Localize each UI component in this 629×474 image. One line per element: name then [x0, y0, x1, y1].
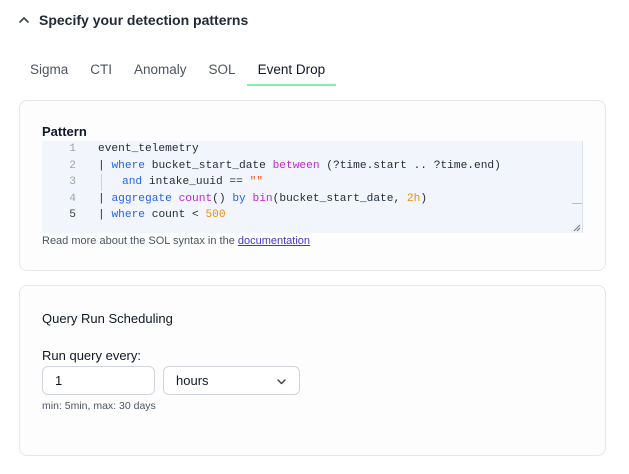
- syntax-hint-text: Read more about the SOL syntax in the: [42, 235, 238, 247]
- interval-unit-value: hours: [176, 373, 209, 388]
- code-token: 2h: [406, 192, 421, 205]
- pattern-label: Pattern: [42, 124, 87, 139]
- code-line: | where count < 500: [98, 207, 570, 224]
- code-token: count: [178, 192, 213, 205]
- code-token: between: [272, 159, 320, 172]
- code-token: (?time.start .. ?time.end): [319, 159, 501, 172]
- code-token: where: [111, 159, 146, 172]
- code-content[interactable]: event_telemetry | where bucket_start_dat…: [98, 141, 570, 224]
- code-token: by: [232, 192, 246, 205]
- tab-cti[interactable]: CTI: [79, 56, 123, 86]
- tab-event-drop[interactable]: Event Drop: [246, 56, 337, 86]
- code-token: "": [249, 176, 264, 188]
- line-number: 3: [69, 176, 76, 188]
- pattern-card: Pattern 1 2 3 4 5 event_telemetry | wher…: [19, 100, 606, 271]
- interval-input[interactable]: [42, 366, 155, 395]
- code-editor[interactable]: 1 2 3 4 5 event_telemetry | where bucket…: [42, 141, 583, 233]
- syntax-hint: Read more about the SOL syntax in the do…: [42, 235, 310, 247]
- code-line: | aggregate count() by bin(bucket_start_…: [98, 191, 570, 208]
- line-number-gutter: 1 2 3 4 5: [42, 141, 82, 224]
- code-token: |: [98, 209, 112, 221]
- code-token: |: [98, 159, 112, 172]
- indent-guide: [101, 174, 102, 191]
- scheduling-card: Query Run Scheduling Run query every: ho…: [19, 285, 606, 456]
- line-number: 2: [69, 159, 76, 172]
- pattern-tabs: Sigma CTI Anomaly SOL Event Drop: [19, 56, 337, 86]
- editor-scrollbar[interactable]: [572, 203, 582, 204]
- resize-handle-icon[interactable]: [573, 224, 581, 232]
- section-header[interactable]: Specify your detection patterns: [17, 10, 248, 30]
- code-token: aggregate: [111, 192, 172, 205]
- code-token: count <: [145, 209, 206, 221]
- chevron-up-icon[interactable]: [17, 13, 31, 27]
- code-line: and intake_uuid == "": [98, 174, 570, 191]
- chevron-down-icon: [277, 379, 286, 385]
- run-query-label: Run query every:: [42, 348, 141, 363]
- code-token: |: [98, 192, 112, 205]
- line-number: 4: [69, 192, 76, 205]
- line-number: 1: [69, 143, 76, 155]
- code-token: (bucket_start_date,: [272, 192, 407, 205]
- code-token: event_telemetry: [98, 143, 199, 155]
- section-title: Specify your detection patterns: [39, 12, 249, 28]
- line-number-current: 5: [69, 209, 76, 221]
- code-token: and: [122, 176, 143, 188]
- interval-unit-select[interactable]: hours: [163, 366, 300, 395]
- code-token: 500: [205, 209, 226, 221]
- interval-limits: min: 5min, max: 30 days: [42, 400, 156, 412]
- code-token: bin: [252, 192, 273, 205]
- tab-sigma[interactable]: Sigma: [19, 56, 79, 86]
- code-token: ): [420, 192, 428, 205]
- code-token: bucket_start_date: [145, 159, 273, 172]
- code-token: intake_uuid ==: [142, 176, 250, 188]
- tab-sol[interactable]: SOL: [198, 56, 247, 86]
- code-line: | where bucket_start_date between (?time…: [98, 158, 570, 175]
- code-line: event_telemetry: [98, 141, 570, 158]
- tab-anomaly[interactable]: Anomaly: [123, 56, 198, 86]
- scheduling-title: Query Run Scheduling: [42, 311, 173, 326]
- code-token: (): [212, 192, 233, 205]
- code-token: where: [111, 209, 146, 221]
- documentation-link[interactable]: documentation: [238, 235, 310, 247]
